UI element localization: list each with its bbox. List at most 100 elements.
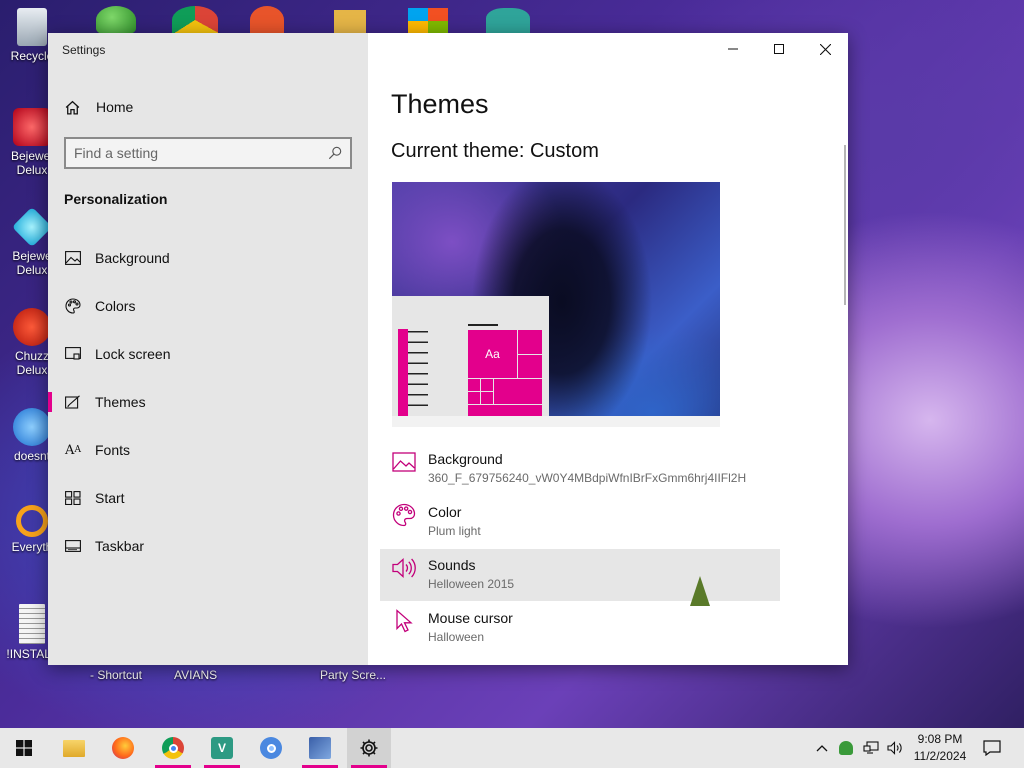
palette-icon [64,297,82,315]
nav-home-label: Home [96,99,134,115]
setting-sounds[interactable]: Sounds Helloween 2015 [380,549,780,601]
close-button[interactable] [802,33,848,65]
start-button[interactable] [2,728,46,768]
desktop-icon-label: doesnt [13,449,51,463]
tray-network[interactable] [861,728,881,768]
picture-icon [64,249,82,267]
nav-themes[interactable]: Themes [48,382,368,422]
main-content: Themes Current theme: Custom Aa Backgrou… [368,33,848,665]
nav-item-label: Themes [95,394,146,410]
vs-app-icon: V [211,737,233,759]
theme-preview: Aa [392,182,720,427]
sidebar: Settings Home Personalization Background [48,33,368,665]
taskbar-chrome[interactable] [151,728,195,768]
folder-icon [63,739,85,757]
clock-time: 9:08 PM [917,732,963,746]
desktop-icon-label: Bejewe Delux [12,249,52,277]
setting-value: Helloween 2015 [428,577,515,591]
preview-mini-header-line [468,324,498,326]
text-file-icon [19,604,45,644]
nav-taskbar[interactable]: Taskbar [48,526,368,566]
page-title: Themes [391,89,489,119]
start-icon [64,489,82,507]
desktop-icon-label: Bejewel Delux [10,149,54,177]
desktop-icon-windows-app[interactable] [408,8,448,34]
setting-value: 360_F_679756240_vW0Y4MBdpiWfnIBrFxGmm6hr… [428,471,747,485]
chromium-icon [260,737,282,759]
taskbar-firefox[interactable] [101,728,145,768]
bejeweled-icon [13,108,51,146]
taskbar-chromium[interactable] [249,728,293,768]
chrome-icon [162,737,184,759]
scrollbar[interactable] [844,145,846,305]
palette-icon [392,503,416,527]
tray-show-hidden[interactable] [813,728,831,768]
preview-mini-window: Aa [392,296,549,416]
desktop-icon-character[interactable] [486,8,530,34]
search-box[interactable] [64,137,352,169]
desktop-icon-folder-app[interactable] [334,10,366,34]
preview-mini-tile [518,355,542,378]
user-icon [839,741,853,755]
nav-item-label: Taskbar [95,538,145,554]
taskbar-screen-app[interactable] [298,728,342,768]
home-icon [65,100,80,115]
preview-mini-tile [494,379,542,404]
preview-mini-tile [468,405,542,416]
taskbar-settings[interactable] [347,728,391,768]
nav-background[interactable]: Background [48,238,368,278]
close-icon [819,43,831,55]
search-input[interactable] [74,145,328,161]
tray-clock[interactable]: 9:08 PM 11/2/2024 [906,731,974,765]
mouse-pointer-halloween-icon [690,576,710,606]
desktop-icon-app-p[interactable] [250,6,284,34]
recycle-bin-icon [17,8,47,46]
tray-volume[interactable] [885,728,905,768]
screen-app-icon [309,737,331,759]
preview-mini-tile-big: Aa [468,330,517,378]
setting-title: Background [428,451,503,467]
preview-mini-tile [481,392,493,404]
window-title: Settings [62,43,106,57]
desktop-label-shortcut[interactable]: - Shortcut [90,668,142,682]
nav-fonts[interactable]: AA Fonts [48,430,368,470]
maximize-button[interactable] [756,33,802,65]
nav-lock-screen[interactable]: Lock screen [48,334,368,374]
network-icon [863,741,879,754]
setting-color[interactable]: Color Plum light [380,496,780,548]
minimize-button[interactable] [710,33,756,65]
speaker-icon [392,556,416,580]
search-icon[interactable] [328,146,342,160]
setting-value: Plum light [428,524,481,538]
nav-item-label: Fonts [95,442,131,458]
nav-item-label: Background [95,250,170,266]
setting-title: Color [428,504,462,520]
desktop-label-party-screen[interactable]: Party Scre... [320,668,386,682]
nav-colors[interactable]: Colors [48,286,368,326]
desktop-label-avians[interactable]: AVIANS [174,668,217,682]
taskbar-file-explorer[interactable] [52,728,96,768]
settings-window: Settings Home Personalization Background [48,33,848,665]
nav-item-label: Colors [95,298,136,314]
chevron-up-icon [816,745,828,752]
preview-mini-tile [481,379,493,391]
taskbar-vs-app[interactable]: V [200,728,244,768]
fonts-icon: AA [65,442,81,458]
preview-mini-tile [468,392,480,404]
setting-title: Mouse cursor [428,610,513,626]
desktop-icon-label: Recycle [10,49,54,63]
desktop-icon-label: Everyth [11,540,53,554]
themes-icon [64,393,82,411]
chuzzle-icon [13,308,51,346]
tray-user[interactable] [837,728,855,768]
setting-mouse-cursor[interactable]: Mouse cursor Halloween [380,602,780,654]
action-center-button[interactable] [980,728,1004,768]
preview-mini-start-strip [398,329,408,416]
desktop-icon-users[interactable] [96,6,136,34]
maximize-icon [774,44,784,54]
speaker-icon [887,741,902,755]
setting-background[interactable]: Background 360_F_679756240_vW0Y4MBdpiWfn… [380,443,780,495]
desktop-icon-chrome[interactable] [172,6,218,34]
nav-home[interactable]: Home [64,97,133,117]
nav-start[interactable]: Start [48,478,368,518]
